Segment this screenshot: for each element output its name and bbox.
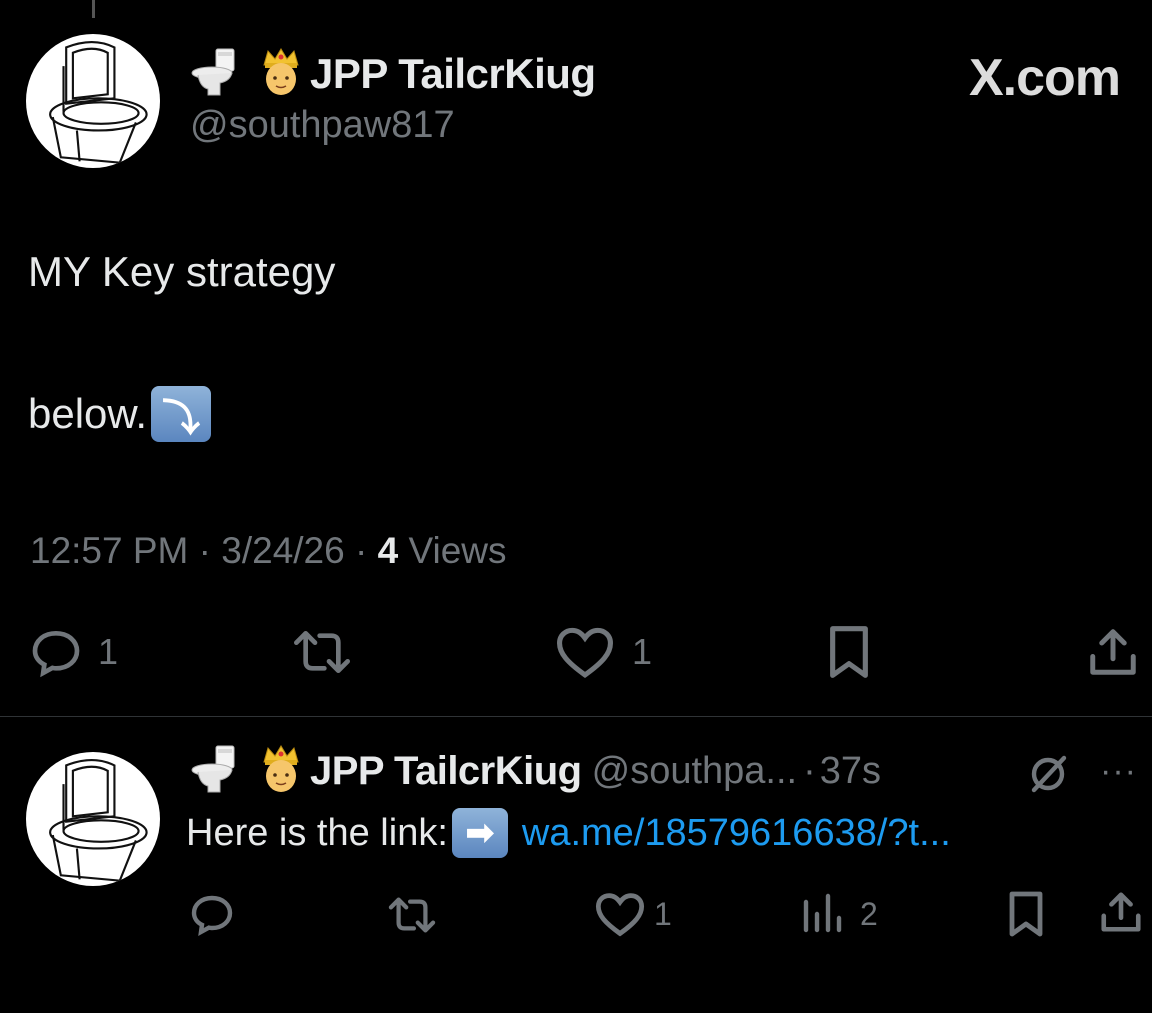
tweet-text-below: below. bbox=[28, 390, 148, 437]
reply-text: Here is the link: ➡ wa.me/18579616638/?t… bbox=[186, 808, 951, 858]
avatar[interactable] bbox=[26, 34, 160, 168]
reply-like-count: 1 bbox=[654, 895, 672, 932]
tweet-text-line-1: MY Key strategy bbox=[28, 248, 336, 295]
reply-meta-separator: · bbox=[803, 749, 816, 792]
toilet-avatar-icon bbox=[49, 40, 148, 164]
reply-handle[interactable]: @southpa... bbox=[592, 750, 797, 793]
share-icon bbox=[1101, 892, 1141, 932]
reply-icon bbox=[32, 630, 80, 678]
reply-text-body: Here is the link: bbox=[186, 811, 448, 854]
bookmark-icon bbox=[830, 626, 868, 678]
crowned-person-icon bbox=[258, 47, 304, 102]
share-icon bbox=[1090, 629, 1136, 675]
grok-icon bbox=[1031, 755, 1067, 793]
meta-separator: · bbox=[355, 530, 368, 571]
retweet-button[interactable] bbox=[288, 624, 356, 680]
share-button[interactable] bbox=[1086, 624, 1140, 680]
author-display-name[interactable]: JPP TailcrKiug bbox=[310, 50, 596, 98]
reply-icon bbox=[191, 895, 233, 937]
retweet-icon bbox=[294, 631, 350, 673]
toilet-icon bbox=[190, 47, 236, 102]
bookmark-button[interactable] bbox=[822, 624, 876, 680]
arrow-down-right-icon: ⤵ bbox=[151, 386, 212, 442]
author-name-row: JPP TailcrKiug bbox=[190, 47, 596, 102]
reply-time[interactable]: 37s bbox=[820, 750, 881, 793]
like-button[interactable]: 1 bbox=[554, 624, 652, 680]
arrow-right-icon: ➡ bbox=[451, 808, 508, 858]
toilet-avatar-icon bbox=[49, 758, 148, 882]
reply-author-row: JPP TailcrKiug @southpa... · 37s bbox=[190, 744, 881, 798]
reply-button[interactable]: 1 bbox=[28, 624, 118, 680]
reply-reply-button[interactable] bbox=[188, 890, 236, 938]
tweet-divider bbox=[0, 716, 1152, 717]
reply-views-count: 2 bbox=[860, 895, 878, 932]
retweet-icon bbox=[388, 897, 436, 933]
author-handle[interactable]: @southpaw817 bbox=[190, 104, 455, 147]
tweet-time[interactable]: 12:57 PM bbox=[30, 530, 188, 571]
like-count: 1 bbox=[632, 631, 653, 672]
meta-separator: · bbox=[198, 530, 211, 571]
reply-views-button[interactable]: 2 bbox=[800, 890, 878, 938]
more-options-button[interactable]: ··· bbox=[1100, 752, 1137, 791]
crowned-person-icon bbox=[258, 744, 304, 799]
tweet-meta: 12:57 PM · 3/24/26 · 4 Views bbox=[30, 530, 507, 572]
views-label: Views bbox=[408, 530, 507, 571]
reply-count: 1 bbox=[98, 631, 119, 672]
like-icon bbox=[556, 627, 614, 679]
grok-button[interactable] bbox=[1024, 750, 1072, 803]
reply-like-button[interactable]: 1 bbox=[594, 890, 672, 938]
reply-link[interactable]: wa.me/18579616638/?t... bbox=[522, 812, 951, 855]
reply-bookmark-button[interactable] bbox=[1004, 890, 1048, 938]
reply-share-button[interactable] bbox=[1098, 888, 1144, 936]
tweet-text-line-2: below. ⤵ bbox=[28, 386, 212, 442]
views-count: 4 bbox=[377, 530, 399, 571]
site-watermark: X.com bbox=[968, 49, 1121, 107]
toilet-icon bbox=[190, 744, 236, 799]
views-icon bbox=[803, 893, 842, 933]
like-icon bbox=[595, 893, 645, 937]
reply-avatar[interactable] bbox=[26, 752, 160, 886]
reply-retweet-button[interactable] bbox=[384, 892, 440, 938]
bookmark-icon bbox=[1009, 891, 1043, 937]
reply-display-name[interactable]: JPP TailcrKiug bbox=[310, 749, 582, 794]
tweet-date[interactable]: 3/24/26 bbox=[221, 530, 344, 571]
thread-connector bbox=[92, 0, 95, 18]
